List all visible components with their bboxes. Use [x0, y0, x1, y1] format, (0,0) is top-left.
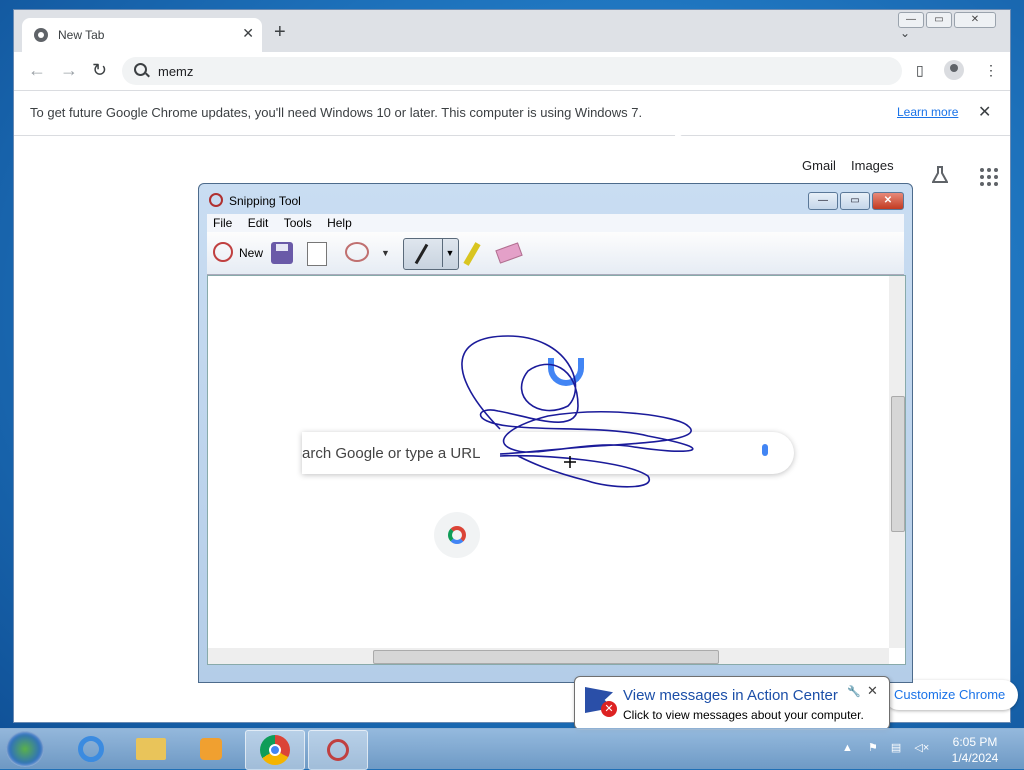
clock-date: 1/4/2024 — [951, 751, 999, 765]
update-infobar: To get future Google Chrome updates, you… — [14, 91, 1010, 136]
tab-new-tab[interactable]: New Tab ✕ — [22, 18, 262, 52]
snip-canvas[interactable]: arch Google or type a URL — [207, 275, 906, 665]
menu-kebab-icon[interactable]: ⋮ — [984, 62, 998, 79]
pen-button[interactable]: ▼ — [403, 238, 459, 270]
maximize-button[interactable]: ▭ — [926, 12, 952, 28]
profile-avatar-icon[interactable] — [944, 60, 964, 80]
menu-tools[interactable]: Tools — [278, 214, 318, 232]
vertical-scroll-thumb[interactable] — [891, 396, 905, 532]
taskbar-media-player[interactable] — [182, 730, 240, 768]
back-arrow-icon[interactable]: ← — [28, 60, 46, 81]
internet-explorer-icon — [78, 736, 104, 762]
clock-time: 6:05 PM — [952, 735, 998, 749]
taskbar-explorer[interactable] — [122, 730, 180, 768]
customize-chrome-button[interactable]: Customize Chrome — [884, 680, 1018, 710]
send-snip-icon[interactable] — [345, 242, 369, 262]
highlighter-icon[interactable] — [463, 242, 481, 266]
notification-title: View messages in Action Center — [623, 687, 838, 704]
address-bar[interactable]: memz — [122, 57, 902, 85]
minimize-button[interactable]: — — [898, 12, 924, 28]
start-button[interactable] — [6, 731, 44, 767]
chrome-icon — [260, 735, 290, 765]
chrome-favicon-icon — [34, 28, 48, 42]
taskbar-snipping-tool[interactable] — [308, 730, 368, 770]
window-controls: — ▭ ✕ — [898, 12, 996, 28]
snip-menu-bar: File Edit Tools Help — [207, 214, 904, 232]
close-window-button[interactable]: ✕ — [954, 12, 996, 28]
notification-close-button[interactable]: ✕ — [867, 683, 878, 699]
menu-file[interactable]: File — [207, 214, 238, 232]
tab-strip: New Tab ✕ + ⌄ — ▭ ✕ — [14, 10, 1010, 52]
snip-window-controls: — ▭ ✕ — [808, 192, 904, 210]
media-player-icon — [200, 738, 222, 760]
vertical-scrollbar[interactable] — [889, 276, 905, 648]
taskbar: ▲ ⚑ ▤ ◁× 6:05 PM 1/4/2024 — [0, 728, 1024, 770]
new-snip-label: New — [239, 246, 264, 260]
horizontal-scrollbar[interactable] — [208, 648, 889, 664]
wrench-icon[interactable]: 🔧 — [847, 685, 861, 698]
volume-muted-icon[interactable]: ◁× — [914, 742, 929, 754]
pen-dropdown-icon[interactable]: ▼ — [442, 239, 457, 267]
snip-close-button[interactable]: ✕ — [872, 192, 904, 210]
taskbar-internet-explorer[interactable] — [62, 730, 120, 768]
menu-help[interactable]: Help — [321, 214, 358, 232]
google-apps-icon[interactable] — [980, 168, 998, 186]
forward-arrow-icon[interactable]: → — [60, 60, 78, 81]
tab-close-button[interactable]: ✕ — [242, 25, 254, 42]
clock[interactable]: 6:05 PM 1/4/2024 — [940, 734, 1010, 766]
send-dropdown-icon[interactable]: ▼ — [381, 248, 390, 258]
action-center-tray-icon[interactable]: ⚑ — [868, 742, 878, 754]
infobar-message: To get future Google Chrome updates, you… — [30, 105, 643, 120]
notification-subtitle: Click to view messages about your comput… — [623, 708, 864, 722]
action-center-notification[interactable]: ✕ View messages in Action Center Click t… — [574, 676, 890, 730]
folder-icon — [136, 738, 166, 760]
side-panel-icon[interactable]: ▯ — [916, 62, 924, 79]
system-tray: ▲ ⚑ ▤ ◁× — [842, 741, 929, 754]
address-text[interactable]: memz — [158, 64, 193, 79]
pen-scribble — [461, 335, 694, 488]
snip-maximize-button[interactable]: ▭ — [840, 192, 870, 210]
browser-toolbar: ← → ↻ memz ▯ ⋮ — [14, 52, 1010, 91]
labs-flask-icon[interactable] — [932, 166, 948, 184]
new-tab-button[interactable]: + — [274, 22, 286, 42]
search-icon — [134, 63, 147, 76]
menu-edit[interactable]: Edit — [242, 214, 275, 232]
error-badge-icon: ✕ — [601, 701, 617, 717]
snip-toolbar: New ▼ ▼ — [207, 232, 904, 275]
snipping-tool-taskbar-icon — [327, 739, 349, 761]
copy-icon[interactable] — [307, 242, 327, 266]
images-link[interactable]: Images — [851, 158, 894, 173]
scissors-icon — [213, 242, 233, 262]
horizontal-scroll-thumb[interactable] — [373, 650, 719, 664]
gmail-link[interactable]: Gmail — [802, 158, 836, 173]
learn-more-link[interactable]: Learn more — [897, 105, 958, 119]
taskbar-chrome[interactable] — [245, 730, 305, 770]
show-hidden-icons-icon[interactable]: ▲ — [842, 742, 853, 754]
snipping-tool-title: Snipping Tool — [229, 194, 301, 208]
pen-icon — [414, 243, 429, 265]
tab-search-chevron-icon[interactable]: ⌄ — [900, 26, 910, 40]
reload-icon[interactable]: ↻ — [92, 60, 107, 81]
infobar-close-button[interactable]: ✕ — [978, 102, 991, 122]
snip-minimize-button[interactable]: — — [808, 192, 838, 210]
tab-title: New Tab — [58, 28, 105, 42]
eraser-icon[interactable] — [495, 242, 523, 264]
snipping-tool-icon — [209, 193, 223, 207]
network-icon[interactable]: ▤ — [891, 742, 901, 754]
save-icon[interactable] — [271, 242, 293, 264]
snipping-tool-window: Snipping Tool — ▭ ✕ File Edit Tools Help… — [198, 183, 913, 683]
